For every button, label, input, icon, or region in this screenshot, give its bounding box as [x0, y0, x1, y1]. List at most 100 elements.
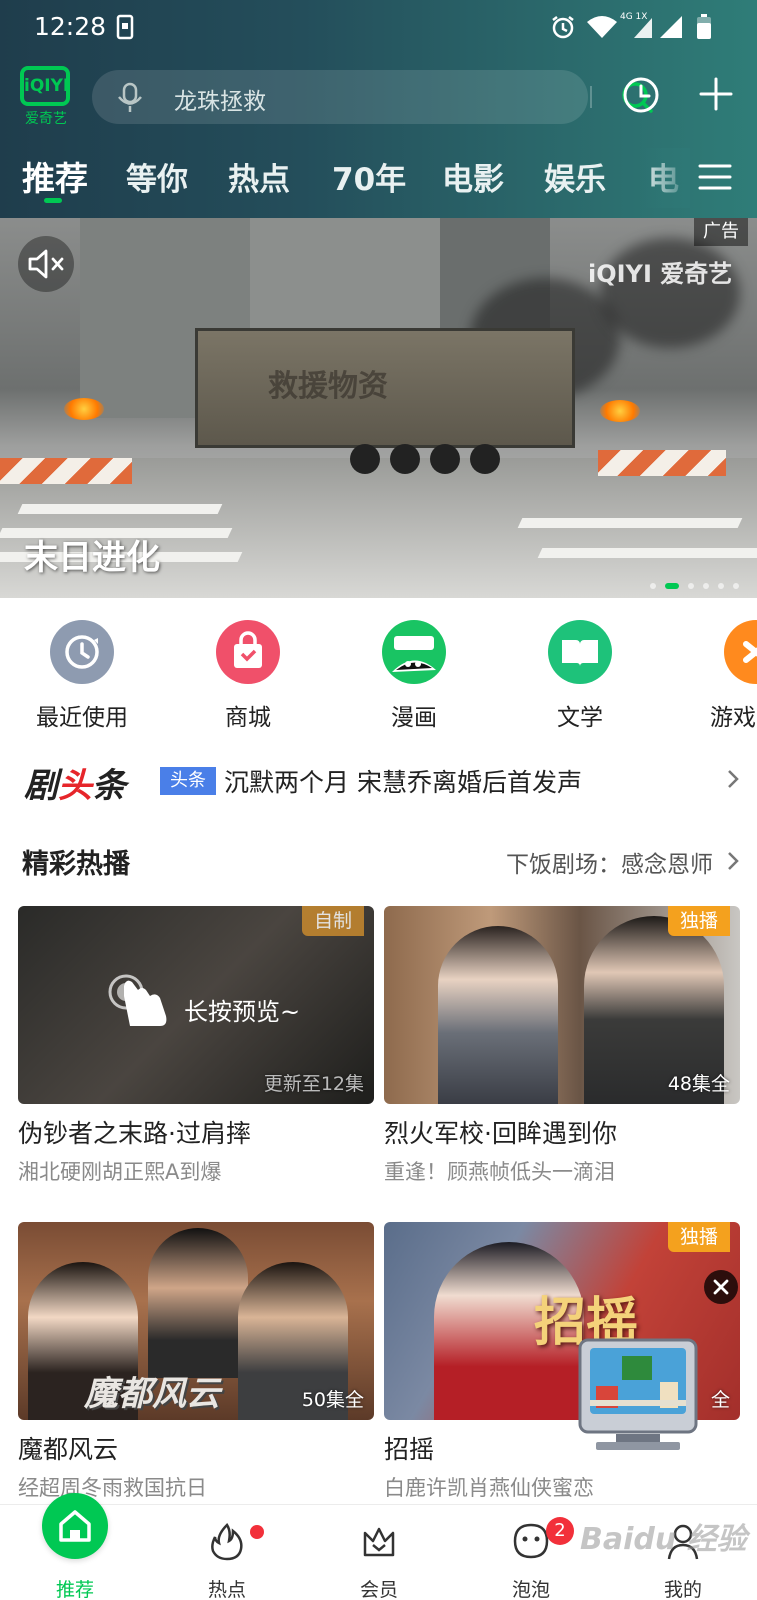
section-more-link[interactable]: 下饭剧场：感念恩师 — [506, 845, 713, 879]
nav-label: 会员 — [359, 1579, 398, 1600]
tab-fade — [640, 148, 690, 208]
crosswalk-stripe — [537, 548, 757, 558]
notification-dot — [250, 1525, 264, 1539]
alarm-icon — [550, 14, 576, 44]
card-title[interactable]: 伪钞者之末路·过肩摔 — [18, 1114, 374, 1150]
preview-hint: 长按预览~ — [184, 998, 301, 1026]
carousel-dot-active — [664, 583, 679, 589]
shortcut-label: 漫画 — [391, 705, 437, 731]
card-title[interactable]: 烈火军校·回眸遇到你 — [384, 1114, 740, 1150]
logo-subtitle: 爱奇艺 — [25, 111, 67, 127]
headline-tag: 头条 — [160, 767, 216, 795]
history-clock-icon[interactable] — [622, 76, 660, 118]
floating-tv-widget[interactable] — [576, 1334, 700, 1454]
banner-title: 末日进化 — [24, 538, 160, 578]
status-time: 12:28 — [34, 12, 107, 41]
signal-icon — [658, 14, 684, 44]
card-title[interactable]: 魔都风云 — [18, 1430, 374, 1466]
card-subtitle: 湘北硬刚胡正熙A到爆 — [18, 1160, 222, 1184]
tab-70-years[interactable]: 70年 — [332, 154, 406, 199]
search-bar[interactable]: 龙珠拯救 — [92, 70, 653, 124]
tab-waiting[interactable]: 等你 — [126, 154, 188, 199]
nav-label: 我的 — [663, 1579, 702, 1600]
episode-count: 48集全 — [667, 1073, 730, 1095]
crown-icon — [361, 1521, 397, 1561]
tab-entertainment[interactable]: 娱乐 — [544, 154, 606, 199]
card-subtitle: 重逢！顾燕帧低头一滴泪 — [384, 1160, 615, 1184]
video-thumbnail[interactable]: 自制 长按预览~ 更新至12集 — [18, 906, 374, 1104]
tab-hot[interactable]: 热点 — [228, 154, 290, 199]
truck-wheel — [470, 444, 500, 474]
shopping-bag-icon — [216, 620, 280, 684]
search-divider — [590, 86, 592, 108]
carousel-dot — [687, 583, 694, 589]
shortcut-label: 游戏 — [710, 705, 756, 731]
truck-wheel — [430, 444, 460, 474]
video-card[interactable]: 独播 48集全 烈火军校·回眸遇到你 重逢！顾燕帧低头一滴泪 — [384, 906, 740, 1186]
headline-logo-char: 条 — [92, 766, 126, 806]
wifi-icon — [586, 14, 618, 44]
card-subtitle: 白鹿许凯肖燕仙侠蜜恋 — [384, 1476, 594, 1500]
episode-count: 全 — [710, 1389, 730, 1411]
chevron-right-icon[interactable] — [726, 768, 740, 794]
plus-icon[interactable] — [698, 76, 734, 116]
video-thumbnail[interactable]: 魔都风云 50集全 — [18, 1222, 374, 1420]
mute-button[interactable] — [18, 236, 74, 292]
carousel-dot — [702, 583, 709, 589]
tab-recommend[interactable]: 推荐 — [22, 152, 88, 200]
video-thumbnail[interactable]: 独播 48集全 — [384, 906, 740, 1104]
carousel-dot — [649, 583, 656, 589]
notification-icon — [116, 14, 134, 44]
truck-wheel — [350, 444, 380, 474]
shortcut-mall[interactable]: 商城 — [188, 620, 308, 732]
video-card[interactable]: 自制 长按预览~ 更新至12集 伪钞者之末路·过肩摔 湘北硬刚胡正熙A到爆 — [18, 906, 374, 1186]
shortcut-recent[interactable]: 最近使用 — [22, 620, 142, 732]
tab-movie[interactable]: 电影 — [442, 154, 504, 199]
shortcut-row: 最近使用 商城 漫画 文学 游戏 — [0, 598, 757, 738]
search-placeholder[interactable]: 龙珠拯救 — [174, 82, 266, 116]
headline-bar[interactable]: 剧头条 头条 沉默两个月 宋慧乔离婚后首发声 — [0, 752, 757, 812]
recent-clock-icon — [50, 620, 114, 684]
nav-label: 推荐 — [55, 1579, 94, 1600]
shortcut-comic[interactable]: 漫画 — [354, 620, 474, 732]
status-bar: 12:28 4G 1X — [0, 0, 757, 58]
close-icon[interactable] — [704, 1270, 738, 1304]
book-icon — [548, 620, 612, 684]
shortcut-label: 商城 — [225, 705, 271, 731]
microphone-icon[interactable] — [116, 82, 144, 118]
chevron-right-icon[interactable] — [726, 850, 740, 876]
shortcut-literature[interactable]: 文学 — [520, 620, 640, 732]
ad-label: 广告 — [694, 218, 748, 246]
truck-text: 救援物资 — [268, 369, 388, 404]
exclusive-badge: 独播 — [668, 906, 730, 936]
nav-label: 泡泡 — [511, 1579, 550, 1600]
fire — [600, 400, 640, 422]
poster-figure — [438, 926, 558, 1104]
logo-mark: iQIYI — [20, 66, 70, 106]
shortcut-label: 最近使用 — [36, 705, 128, 731]
crosswalk-stripe — [517, 518, 743, 528]
headline-logo-char: 头 — [58, 766, 92, 806]
carousel-dot — [717, 583, 724, 589]
carousel-dot — [733, 583, 739, 589]
truck-wheel — [390, 444, 420, 474]
road-barrier — [0, 458, 132, 484]
shortcut-label: 文学 — [557, 705, 603, 731]
active-tab-indicator — [44, 198, 62, 203]
shortcut-game[interactable]: 游戏 — [676, 620, 757, 732]
nav-label: 热点 — [207, 1579, 246, 1600]
carousel-indicator — [646, 574, 739, 593]
hero-banner[interactable]: 救援物资 广告 iQIYI 爱奇艺 末日进化 — [0, 218, 757, 598]
headline-logo: 剧头条 — [24, 758, 126, 807]
exclusive-badge: 独播 — [668, 1222, 730, 1252]
app-logo[interactable]: iQIYI 爱奇艺 — [20, 66, 72, 128]
video-card[interactable]: 魔都风云 50集全 魔都风云 经超周冬雨救国抗日 — [18, 1222, 374, 1502]
channel-tabs: 推荐 等你 热点 70年 电影 娱乐 电 — [0, 148, 757, 218]
poster-figure — [148, 1228, 248, 1378]
episode-count: 50集全 — [301, 1389, 364, 1411]
episode-count: 更新至12集 — [263, 1073, 364, 1095]
headline-text[interactable]: 沉默两个月 宋慧乔离婚后首发声 — [224, 763, 582, 799]
truck: 救援物资 — [195, 328, 575, 448]
comic-icon — [382, 620, 446, 684]
channel-menu-icon[interactable] — [698, 162, 732, 196]
